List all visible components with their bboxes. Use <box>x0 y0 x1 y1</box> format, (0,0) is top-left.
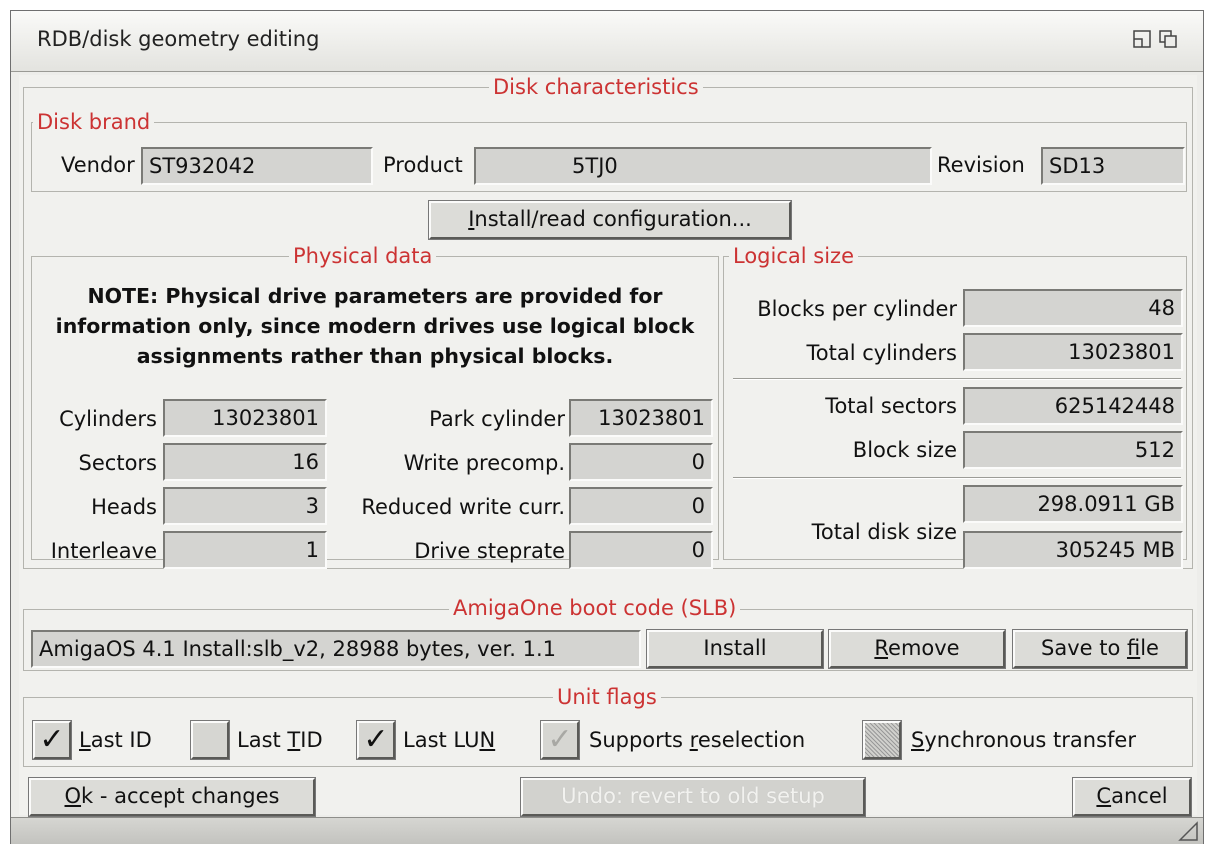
install-read-configuration-button[interactable]: Install/read configuration... <box>428 200 792 240</box>
ok-label-key: O <box>64 784 82 808</box>
interleave-field[interactable]: 1 <box>163 531 327 569</box>
supports-reselection-checkbox[interactable]: ✓ <box>540 720 580 760</box>
revision-field[interactable]: SD13 <box>1041 147 1185 185</box>
block-size-label: Block size <box>852 438 957 462</box>
supports-reselection-label-pre: Supports <box>589 728 690 752</box>
last-id-label-post: ast ID <box>90 728 152 752</box>
last-lun-label-key: N <box>479 728 496 752</box>
vendor-label: Vendor <box>61 153 135 177</box>
cancel-button[interactable]: Cancel <box>1072 777 1192 817</box>
product-field[interactable]: 5TJ0 <box>474 147 932 185</box>
last-tid-checkbox[interactable] <box>190 720 230 760</box>
boot-code-title: AmigaOne boot code (SLB) <box>449 596 741 620</box>
total-cylinders-field[interactable]: 13023801 <box>963 333 1183 371</box>
reduced-write-current-label: Reduced write curr. <box>361 495 565 519</box>
last-lun-label[interactable]: Last LUN <box>403 727 495 753</box>
last-id-label-key: L <box>79 728 91 752</box>
block-size-field[interactable]: 512 <box>963 431 1183 469</box>
window: RDB/disk geometry editing Disk character… <box>10 10 1204 844</box>
cancel-label-post: ancel <box>1111 784 1168 808</box>
total-disk-size-mb-field[interactable]: 305245 MB <box>963 531 1183 569</box>
logical-size-title: Logical size <box>729 244 858 268</box>
synchronous-transfer-label[interactable]: Synchronous transfer <box>911 727 1136 753</box>
save-to-file-label: Save to <box>1041 636 1127 660</box>
status-bar <box>11 817 1203 844</box>
logical-separator <box>733 378 1181 380</box>
synchronous-transfer-label-key: S <box>911 728 925 752</box>
last-tid-label[interactable]: Last TID <box>237 727 323 753</box>
total-sectors-label: Total sectors <box>825 394 957 418</box>
ok-label-post: k - accept changes <box>81 784 280 808</box>
synchronous-transfer-checkbox[interactable] <box>862 720 902 760</box>
supports-reselection-label-key: r <box>689 728 698 752</box>
disk-brand-title: Disk brand <box>33 110 155 134</box>
synchronous-transfer-label-post: ynchronous transfer <box>924 728 1136 752</box>
interleave-label: Interleave <box>50 539 157 563</box>
total-cylinders-label: Total cylinders <box>806 341 958 365</box>
physical-data-title: Physical data <box>289 244 437 268</box>
cylinders-label: Cylinders <box>59 407 157 431</box>
park-cylinder-label: Park cylinder <box>429 407 565 431</box>
logical-separator-2 <box>733 477 1181 479</box>
disk-characteristics-title: Disk characteristics <box>489 75 703 99</box>
heads-label: Heads <box>91 495 157 519</box>
last-lun-label-pre: Last LU <box>403 728 480 752</box>
write-precomp-field[interactable]: 0 <box>569 443 713 481</box>
boot-code-info-field: AmigaOS 4.1 Install:slb_v2, 28988 bytes,… <box>31 630 641 668</box>
sectors-field[interactable]: 16 <box>163 443 327 481</box>
total-disk-size-gb-field[interactable]: 298.0911 GB <box>963 485 1183 523</box>
boot-install-button[interactable]: Install <box>646 629 824 669</box>
save-to-file-key: f <box>1126 636 1141 660</box>
depth-icon[interactable] <box>1159 30 1177 48</box>
vendor-field[interactable]: ST932042 <box>141 147 373 185</box>
undo-revert-button[interactable]: Undo: revert to old setup <box>520 777 866 817</box>
install-read-configuration-label-rest: nstall/read configuration... <box>474 207 752 231</box>
write-precomp-label: Write precomp. <box>403 451 565 475</box>
park-cylinder-field[interactable]: 13023801 <box>569 399 713 437</box>
cancel-label-key: C <box>1096 784 1112 808</box>
window-title: RDB/disk geometry editing <box>37 27 320 51</box>
boot-remove-label-rest: emove <box>888 636 960 660</box>
resize-grip-icon[interactable] <box>1177 820 1199 842</box>
revision-label: Revision <box>937 153 1025 177</box>
last-lun-checkbox[interactable]: ✓ <box>356 720 396 760</box>
drive-steprate-label: Drive steprate <box>414 539 565 563</box>
drive-steprate-field[interactable]: 0 <box>569 531 713 569</box>
save-to-file-button[interactable]: Save to file <box>1012 629 1188 669</box>
supports-reselection-label[interactable]: Supports reselection <box>589 727 805 753</box>
last-id-label[interactable]: Last ID <box>79 727 152 753</box>
last-id-checkbox[interactable]: ✓ <box>32 720 72 760</box>
blocks-per-cylinder-label: Blocks per cylinder <box>757 297 957 321</box>
physical-note: NOTE: Physical drive parameters are prov… <box>55 284 695 368</box>
save-to-file-label-rest: ile <box>1140 636 1159 660</box>
last-tid-label-post: ID <box>300 728 323 752</box>
reduced-write-current-field[interactable]: 0 <box>569 487 713 525</box>
last-tid-label-key: T <box>287 728 301 752</box>
supports-reselection-label-post: eselection <box>697 728 806 752</box>
cylinders-field[interactable]: 13023801 <box>163 399 327 437</box>
last-tid-label-pre: Last <box>237 728 288 752</box>
title-bar[interactable]: RDB/disk geometry editing <box>11 11 1203 72</box>
unit-flags-title: Unit flags <box>553 685 661 709</box>
iconify-icon[interactable] <box>1133 30 1151 48</box>
ok-accept-changes-button[interactable]: Ok - accept changes <box>28 777 316 817</box>
total-disk-size-label: Total disk size <box>811 520 957 544</box>
content-panel: Disk characteristics Disk brand Vendor S… <box>19 75 1197 817</box>
blocks-per-cylinder-field[interactable]: 48 <box>963 289 1183 327</box>
sectors-label: Sectors <box>78 451 157 475</box>
total-sectors-field[interactable]: 625142448 <box>963 387 1183 425</box>
boot-remove-button[interactable]: Remove <box>828 629 1006 669</box>
boot-remove-key: R <box>874 636 889 660</box>
product-label: Product <box>383 153 463 177</box>
heads-field[interactable]: 3 <box>163 487 327 525</box>
